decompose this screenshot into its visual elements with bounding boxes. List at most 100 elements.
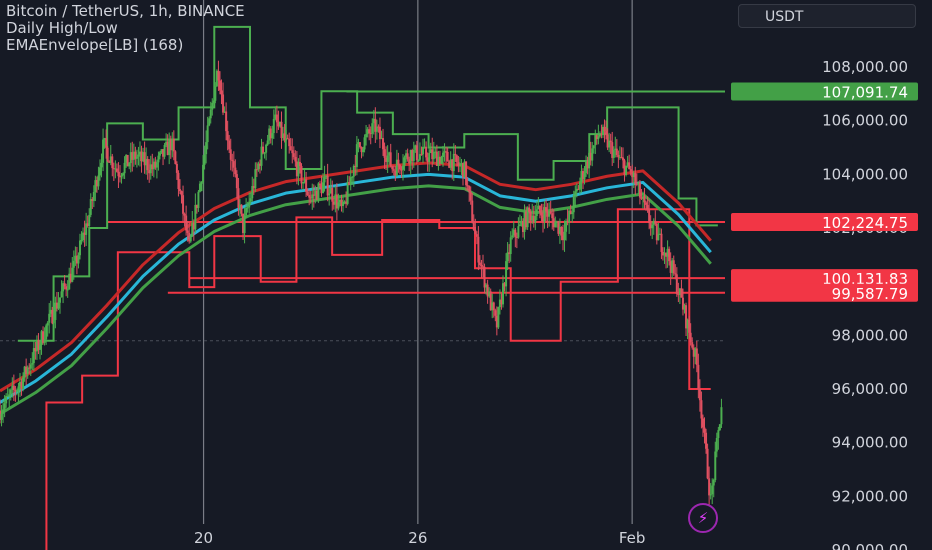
candle-body [645,202,648,205]
candle-body [100,162,103,168]
candle-body [235,174,238,189]
price-label-0: 107,091.74 [822,83,908,101]
candle-body [389,152,392,167]
candle-body [654,220,657,224]
candle-body [392,169,395,171]
candle-body [605,131,608,135]
candle-body [200,182,203,184]
candle-body [583,173,586,180]
candle-body [22,377,25,390]
candle-body [71,267,74,282]
candle-body [346,181,349,204]
candle-body [565,220,568,232]
x-tick-label: 26 [408,529,427,547]
symbol-title[interactable]: Bitcoin / TetherUS, 1h, BINANCE [6,3,245,20]
candle-body [505,261,508,287]
candle-body [63,283,66,287]
candle-body [697,364,700,389]
candle-body [263,152,266,154]
candle-body [382,138,385,150]
lightning-icon[interactable]: ⚡ [688,503,718,533]
indicator-daily-high-low[interactable]: Daily High/Low [6,20,245,37]
candle-body [646,204,649,210]
candle-body [365,134,368,138]
y-tick-label: 94,000.00 [832,434,908,452]
candle-body [402,165,405,170]
candle-body [92,192,95,201]
chart-legend: Bitcoin / TetherUS, 1h, BINANCE Daily Hi… [6,3,245,54]
candle-body [574,191,577,196]
candle-body [189,236,192,242]
candle-body [480,264,483,267]
candle-body [497,307,500,328]
price-chart[interactable]: 110,000.00108,000.00106,000.00104,000.00… [0,0,932,550]
candle-body [518,224,521,227]
candle-body [432,151,435,160]
candle-body [183,213,186,216]
candle-body [342,202,345,206]
candle-body [102,139,105,163]
candle-body [288,138,291,147]
candle-body [157,155,160,163]
candle-body [6,395,9,397]
candle-body [228,140,231,150]
candle-body [262,146,265,153]
candle-body [60,291,63,298]
chart-container[interactable]: 110,000.00108,000.00106,000.00104,000.00… [0,0,932,550]
candle-body [212,100,215,103]
price-label-1: 102,224.75 [822,214,908,232]
candle-body [651,224,654,229]
candle-body [454,153,457,156]
candle-body [603,126,606,132]
candle-body [591,148,594,161]
candle-body [698,388,701,401]
candle-body [298,161,301,167]
candle-body [615,148,618,156]
candle-body [66,289,69,291]
candle-body [711,485,714,495]
candle-body [243,215,246,234]
candle-body [182,195,185,214]
candle-body [465,161,468,186]
candle-body [383,149,386,158]
candle-body [328,193,331,196]
candle-body [158,152,161,156]
currency-button[interactable]: USDT [738,4,916,28]
candle-body [712,480,715,486]
y-tick-label: 92,000.00 [832,487,908,505]
candle-body [180,191,183,196]
candle-body [425,146,428,158]
candle-body [17,386,20,391]
candle-body [185,215,188,231]
y-tick-label: 108,000.00 [822,58,908,76]
indicator-ema-envelope[interactable]: EMAEnvelope[LB] (168) [6,37,245,54]
candle-body [478,262,481,265]
candle-body [688,319,691,333]
candle-body [420,154,423,156]
candle-body [234,167,237,175]
candle-body [43,339,46,343]
candle-body [135,156,138,159]
candle-body [412,149,415,161]
candle-body [146,158,149,171]
candle-body [700,400,703,419]
candle-body [352,165,355,177]
candle-body [323,176,326,183]
candle-body [689,332,692,343]
candle-body [206,125,209,143]
candle-body [163,144,166,157]
candle-body [117,171,120,177]
candle-body [391,166,394,170]
candle-body [483,266,486,288]
candle-body [305,179,308,192]
candle-body [245,207,248,216]
candle-body [202,164,205,183]
candle-body [648,209,651,224]
candle-body [563,231,566,241]
candle-body [240,204,243,214]
candle-body [691,342,694,348]
candle-body [502,283,505,305]
candle-body [368,129,371,134]
candle-body [326,175,329,196]
candle-body [106,147,109,162]
